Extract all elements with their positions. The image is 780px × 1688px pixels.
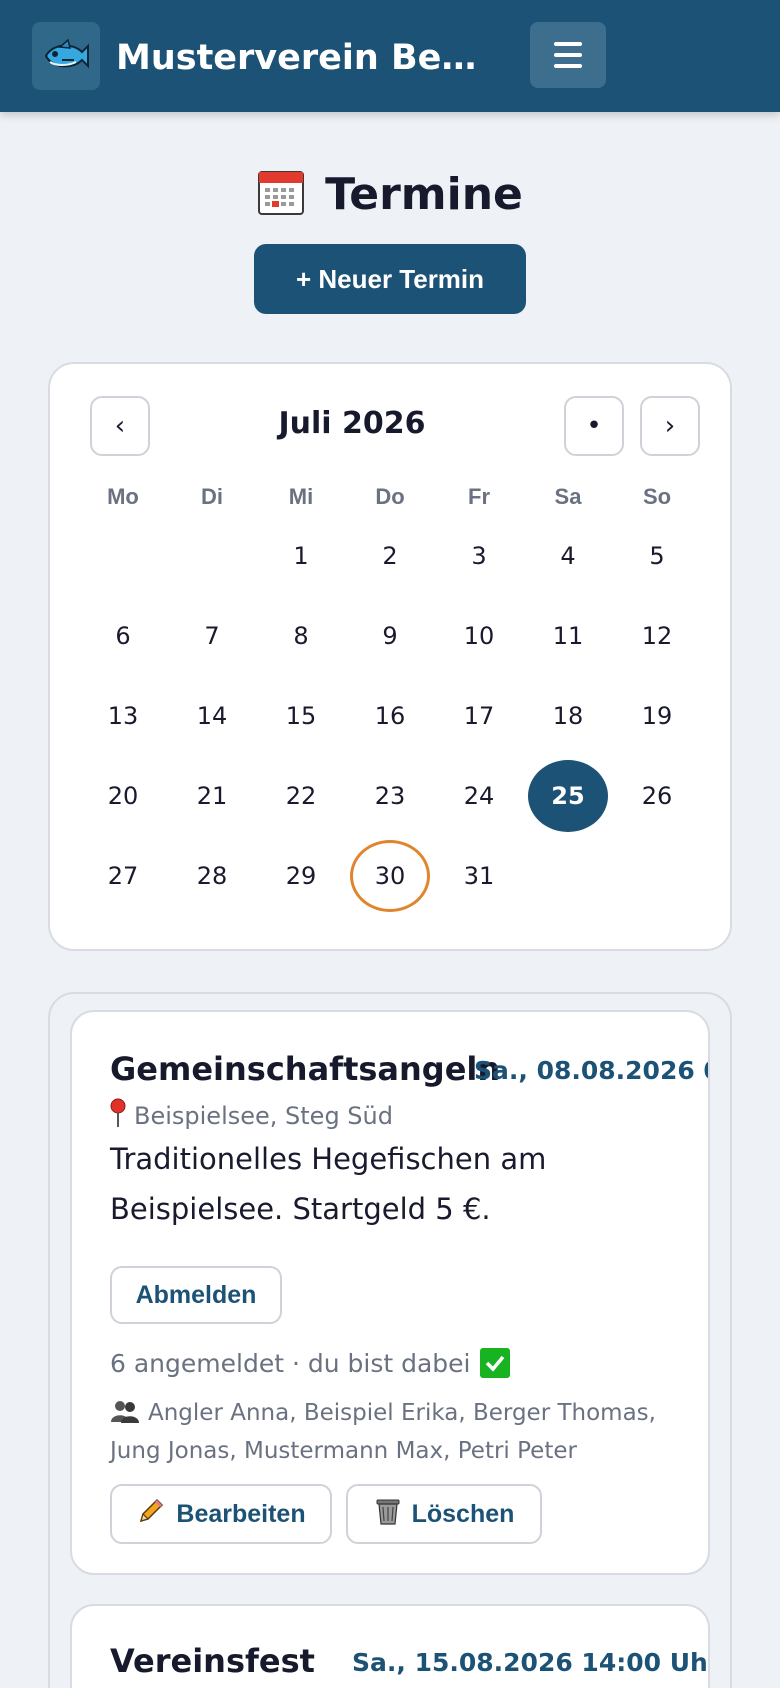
calendar-day[interactable]: 19 [617,680,697,752]
page-heading: Termine [0,164,780,224]
event-title: Vereinsfest [110,1642,315,1680]
calendar-day[interactable]: 5 [617,520,697,592]
calendar-day[interactable]: 21 [172,760,252,832]
calendar-day[interactable]: 1 [261,520,341,592]
calendar-day[interactable]: 7 [172,600,252,672]
people-icon [110,1398,140,1434]
calendar-day[interactable]: 26 [617,760,697,832]
hamburger-menu-icon [530,22,606,88]
delete-button-label: Löschen [411,1499,515,1528]
event-date: Sa., 15.08.2026 14:00 Uhr [352,1648,710,1677]
calendar-day-selected[interactable]: 25 [528,760,608,832]
calendar-card: ‹ Juli 2026 • › Mo Di Mi Do Fr Sa So 1 2… [48,362,732,951]
event-description: Traditionelles Hegefischen am Beispielse… [110,1142,547,1226]
checkmark-icon [480,1348,511,1378]
unregister-button[interactable]: Abmelden [110,1266,282,1324]
edit-button[interactable]: Bearbeiten [110,1484,332,1544]
calendar-day[interactable]: 20 [83,760,163,832]
event-status-text: 6 angemeldet · du bist dabei [110,1348,471,1378]
calendar-month-label: Juli 2026 [278,406,426,441]
hamburger-menu-button[interactable] [530,22,606,88]
calendar-day[interactable]: 9 [350,600,430,672]
calendar-day[interactable]: 17 [439,680,519,752]
delete-button[interactable]: Löschen [346,1484,542,1544]
calendar-day[interactable]: 18 [528,680,608,752]
page-title: Termine [325,168,523,220]
pin-icon [110,1098,126,1134]
calendar-day[interactable]: 4 [528,520,608,592]
weekday-fr: Fr [468,484,490,509]
calendar-day[interactable]: 13 [83,680,163,752]
event-card: Vereinsfest Sa., 15.08.2026 14:00 Uhr [70,1604,710,1688]
event-location-text: Beispielsee, Steg Süd [134,1102,393,1130]
event-participants-text: Angler Anna, Beispiel Erika, Berger Thom… [110,1400,656,1464]
new-event-button[interactable]: + Neuer Termin [254,244,526,314]
calendar-day[interactable]: 29 [261,840,341,912]
weekday-do: Do [375,484,405,509]
event-card: Gemeinschaftsangeln Sa., 08.08.2026 06:0… [70,1010,710,1575]
weekday-di: Di [201,484,223,509]
calendar-day[interactable]: 14 [172,680,252,752]
weekday-so: So [642,484,672,509]
app-title: Musterverein Beispiel [116,38,488,78]
weekday-mi: Mi [288,484,314,509]
edit-button-label: Bearbeiten [176,1499,306,1528]
weekday-mo: Mo [107,484,139,509]
pencil-icon [136,1496,166,1533]
calendar-day[interactable]: 8 [261,600,341,672]
calendar-day-today[interactable]: 30 [350,840,430,912]
trash-icon [374,1496,402,1533]
prev-month-button[interactable]: ‹ [90,396,150,456]
calendar-day[interactable]: 11 [528,600,608,672]
calendar-day[interactable]: 27 [83,840,163,912]
calendar-day[interactable]: 10 [439,600,519,672]
calendar-day[interactable]: 28 [172,840,252,912]
event-participants: Angler Anna, Beispiel Erika, Berger Thom… [110,1396,670,1468]
calendar-day[interactable]: 3 [439,520,519,592]
calendar-day[interactable]: 2 [350,520,430,592]
event-date: Sa., 08.08.2026 06:00 Uhr [474,1056,708,1085]
weekday-sa: Sa [554,484,582,509]
calendar-day[interactable]: 6 [83,600,163,672]
calendar-day[interactable]: 15 [261,680,341,752]
event-status: 6 angemeldet · du bist dabei [110,1348,511,1378]
calendar-icon [257,168,305,220]
calendar-day[interactable]: 23 [350,760,430,832]
event-location: Beispielsee, Steg Süd [110,1098,393,1134]
calendar-day[interactable]: 22 [261,760,341,832]
next-month-button[interactable]: › [640,396,700,456]
top-app-bar: Musterverein Beispiel [0,0,780,112]
calendar-day[interactable]: 16 [350,680,430,752]
calendar-day[interactable]: 12 [617,600,697,672]
today-button[interactable]: • [564,396,624,456]
event-title: Gemeinschaftsangeln [110,1050,501,1088]
calendar-day[interactable]: 24 [439,760,519,832]
calendar-day[interactable]: 31 [439,840,519,912]
fish-logo-icon[interactable] [32,22,100,90]
